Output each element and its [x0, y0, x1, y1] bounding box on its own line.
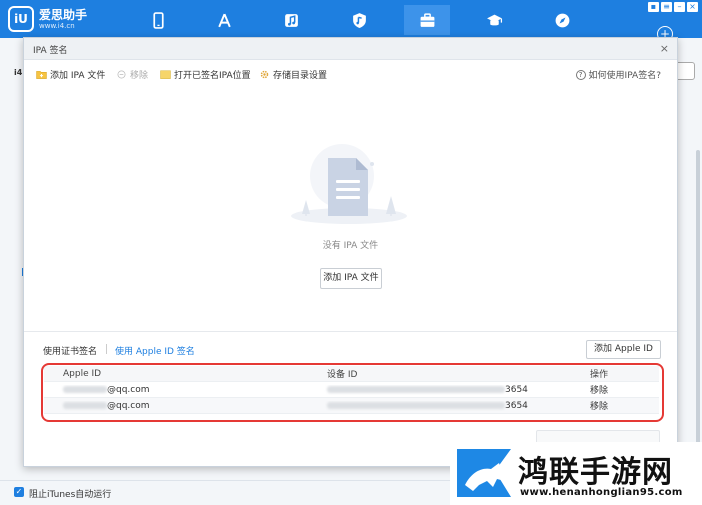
table-row: @qq.com 3654 移除 [44, 382, 659, 398]
window-controls: ▪ ≡ – × [648, 2, 698, 12]
device-id-suffix: 3654 [505, 384, 528, 395]
ipa-sign-dialog: IPA 签名 × 添加 IPA 文件 移除 打开已签名IPA位置 存储目录设置 … [23, 37, 678, 467]
background-scrollbar[interactable] [696, 150, 700, 460]
window-close-icon[interactable]: × [687, 2, 698, 12]
watermark: 鸿联手游网 www.henanhonglian95.com [450, 442, 702, 505]
tab-appleid-sign[interactable]: 使用 Apple ID 签名 [115, 344, 195, 357]
remove-toolbar-button[interactable]: 移除 [116, 68, 148, 81]
background-label: i4 [14, 68, 23, 77]
dialog-toolbar: 添加 IPA 文件 移除 打开已签名IPA位置 存储目录设置 ? 如何使用IPA… [24, 60, 677, 86]
section-divider [24, 331, 677, 332]
menu-icon[interactable]: ≡ [661, 2, 672, 12]
app-logo: iU 爱思助手 www.i4.cn [8, 6, 87, 32]
empty-document-icon [291, 144, 407, 224]
device-id-suffix: 3654 [505, 400, 528, 411]
phone-icon[interactable] [135, 5, 181, 35]
storage-settings-label: 存储目录设置 [273, 71, 328, 81]
appstore-icon[interactable] [201, 5, 247, 35]
music-icon[interactable] [268, 5, 314, 35]
add-ipa-toolbar-label: 添加 IPA 文件 [50, 71, 106, 81]
dialog-close-icon[interactable]: × [660, 42, 669, 55]
device-id-cell: 3654 [309, 401, 574, 411]
open-signed-location-button[interactable]: 打开已签名IPA位置 [160, 68, 251, 81]
tab-cert-sign[interactable]: 使用证书签名 [43, 344, 97, 357]
logo-badge: iU [8, 6, 34, 32]
minimize-icon[interactable]: – [674, 2, 685, 12]
dialog-title-bar: IPA 签名 × [24, 38, 677, 60]
itunes-checkbox-label: 阻止iTunes自动运行 [29, 490, 112, 500]
remove-toolbar-label: 移除 [130, 71, 149, 81]
header-device-id: 设备 ID [327, 370, 358, 380]
tutorial-icon[interactable] [471, 5, 517, 35]
ringtone-icon[interactable] [336, 5, 382, 35]
watermark-title: 鸿联手游网 [518, 455, 673, 490]
apple-id-cell: @qq.com [44, 401, 309, 411]
dialog-title: IPA 签名 [33, 46, 68, 56]
question-icon: ? [575, 69, 586, 80]
header-action: 操作 [590, 370, 609, 380]
table-header: Apple ID 设备 ID 操作 [44, 366, 659, 382]
app-name: 爱思助手 [39, 7, 88, 22]
remove-row-button[interactable]: 移除 [574, 399, 659, 412]
remove-row-button[interactable]: 移除 [574, 383, 659, 396]
help-link[interactable]: ? 如何使用IPA签名? [575, 68, 661, 81]
apple-id-cell: @qq.com [44, 385, 309, 395]
apple-id-suffix: @qq.com [107, 400, 150, 411]
appleid-table: Apple ID 设备 ID 操作 @qq.com 3654 移除 @qq.co… [44, 366, 659, 414]
app-url: www.i4.cn [39, 21, 75, 30]
help-label: 如何使用IPA签名? [588, 71, 661, 81]
toolbox-icon[interactable] [404, 5, 450, 35]
header-apple-id: Apple ID [63, 368, 102, 379]
tab-separator [106, 344, 107, 354]
settings-icon[interactable]: ▪ [648, 2, 659, 12]
storage-settings-button[interactable]: 存储目录设置 [259, 68, 327, 81]
open-signed-location-label: 打开已签名IPA位置 [174, 71, 251, 81]
add-ipa-button[interactable]: 添加 IPA 文件 [320, 268, 382, 289]
watermark-url: www.henanhonglian95.com [520, 487, 683, 498]
remove-icon [117, 70, 126, 79]
empty-state-label: 没有 IPA 文件 [322, 241, 379, 251]
device-id-cell: 3654 [309, 385, 574, 395]
folder-add-icon [36, 71, 47, 79]
empty-file-illustration [284, 138, 414, 238]
watermark-logo [455, 445, 513, 501]
table-row: @qq.com 3654 移除 [44, 398, 659, 414]
add-appleid-button[interactable]: 添加 Apple ID [586, 340, 661, 359]
gear-icon [260, 70, 269, 79]
folder-icon [160, 70, 171, 79]
itunes-checkbox[interactable]: ✓ [14, 487, 24, 497]
add-ipa-toolbar-button[interactable]: 添加 IPA 文件 [36, 68, 105, 81]
browser-icon[interactable] [539, 5, 585, 35]
apple-id-suffix: @qq.com [107, 384, 150, 395]
top-nav-bar: iU 爱思助手 www.i4.cn ▪ ≡ – × [0, 0, 702, 38]
